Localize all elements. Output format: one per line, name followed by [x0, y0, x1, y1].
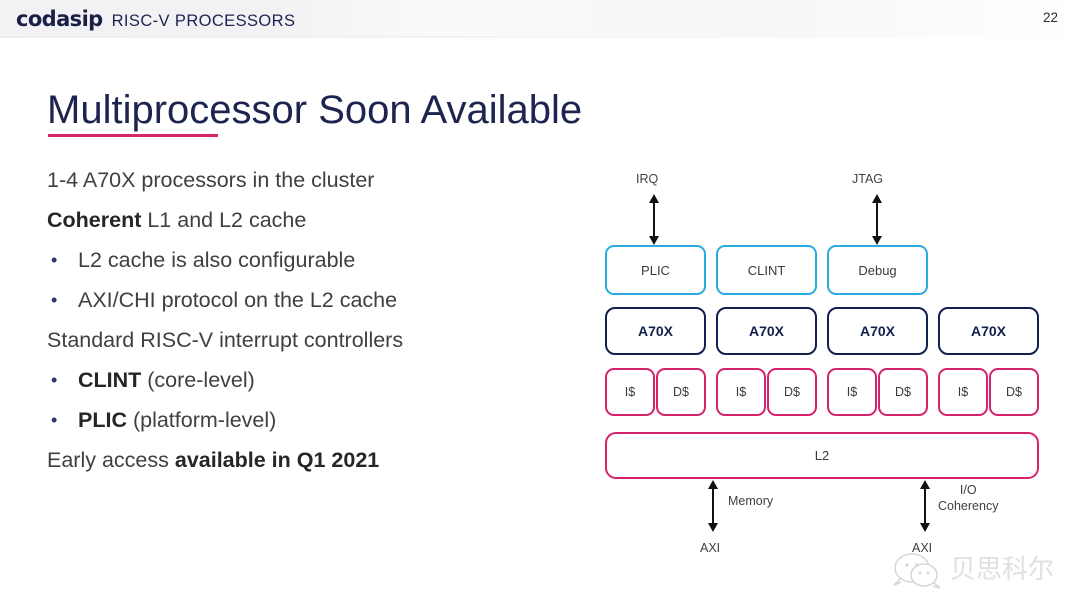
body-text-run: (core-level)	[141, 368, 255, 392]
jtag-arrow-head-down	[872, 236, 882, 245]
body-bullet-item: • PLIC (platform-level)	[47, 400, 567, 440]
page-title: Multiprocessor Soon Available	[47, 88, 583, 132]
core-box-1-label: A70X	[637, 323, 674, 339]
axi-io-arrow	[920, 480, 930, 532]
body-text-run: CLINT	[78, 368, 142, 392]
dcache-box-1: D$	[656, 368, 706, 416]
title-underline-accent	[48, 134, 218, 137]
icache-box-2-label: I$	[735, 385, 747, 399]
icache-box-3-label: I$	[846, 385, 858, 399]
body-text-run: L2 cache is also configurable	[78, 248, 356, 272]
jtag-label-line: JTAG	[852, 172, 884, 186]
core-box-2: A70X	[716, 307, 817, 355]
dcache-box-2: D$	[767, 368, 817, 416]
slide: codasip RISC-V PROCESSORS 22 Multiproces…	[0, 0, 1080, 607]
irq-label: IRQ	[636, 171, 658, 187]
axi-left-label: AXI	[700, 540, 720, 556]
header-divider	[0, 36, 1080, 38]
body-bullet-item: • L2 cache is also configurable	[47, 240, 567, 280]
body-bullet-item: • CLINT (core-level)	[47, 360, 567, 400]
axi-memory-arrow	[708, 480, 718, 532]
body-line: Coherent L1 and L2 cache	[47, 200, 567, 240]
body-text-run: Standard RISC-V interrupt controllers	[47, 328, 404, 352]
core-box-3: A70X	[827, 307, 928, 355]
bullet-glyph-icon: •	[51, 250, 58, 270]
body-line: 1-4 A70X processors in the cluster	[47, 160, 567, 200]
page-number: 22	[1042, 10, 1058, 25]
icache-box-1-label: I$	[624, 385, 636, 399]
plic-box: PLIC	[605, 245, 706, 295]
icache-box-4-label: I$	[957, 385, 969, 399]
io-coherency-label-line: I/O	[959, 483, 977, 497]
irq-arrow-head-up	[649, 194, 659, 203]
clint-box-label: CLINT	[747, 262, 786, 278]
dcache-box-3: D$	[878, 368, 928, 416]
axi-io-arrow-head-down	[920, 523, 930, 532]
body-text-run: available in Q1 2021	[174, 448, 380, 472]
brand: codasip RISC-V PROCESSORS	[16, 7, 295, 31]
body-text-run: Early access	[47, 448, 175, 472]
wechat-watermark: 贝思科尔	[893, 553, 1054, 589]
l2-cache-box: L2	[605, 432, 1039, 479]
brand-tagline: RISC-V PROCESSORS	[111, 12, 296, 30]
body-text-run: AXI/CHI protocol on the L2 cache	[78, 288, 398, 312]
watermark-text: 贝思科尔	[950, 555, 1054, 585]
icache-box-3: I$	[827, 368, 877, 416]
bullet-glyph-icon: •	[51, 370, 58, 390]
cluster-block-diagram: PLIC CLINT Debug A70X A70X A70X A70X I$ D$ I$ D$ I$…	[600, 160, 1060, 570]
memory-label: Memory	[728, 493, 773, 509]
memory-label-line: Memory	[728, 494, 774, 508]
jtag-arrow-head-up	[872, 194, 882, 203]
axi-memory-arrow-head-up	[708, 480, 718, 489]
body-text-block: 1-4 A70X processors in the cluster Cohere…	[47, 160, 567, 480]
debug-box-label: Debug	[858, 262, 897, 278]
axi-memory-arrow-head-down	[708, 523, 718, 532]
icache-box-4: I$	[938, 368, 988, 416]
irq-arrow-head-down	[649, 236, 659, 245]
bullet-glyph-icon: •	[51, 410, 58, 430]
irq-arrow	[649, 194, 659, 245]
core-box-4: A70X	[938, 307, 1039, 355]
core-box-3-label: A70X	[859, 323, 896, 339]
body-bullet-item: • AXI/CHI protocol on the L2 cache	[47, 280, 567, 320]
irq-label-line: IRQ	[636, 172, 659, 186]
debug-box: Debug	[827, 245, 928, 295]
clint-box: CLINT	[716, 245, 817, 295]
axi-left-label-line: AXI	[700, 541, 721, 555]
body-text-run: Coherent	[47, 208, 142, 232]
io-coherency-label: I/O Coherency	[938, 482, 998, 514]
body-text-run: PLIC	[78, 408, 127, 432]
body-line: Standard RISC-V interrupt controllers	[47, 320, 567, 360]
io-coherency-label-line: Coherency	[938, 499, 999, 513]
bullet-glyph-icon: •	[51, 290, 58, 310]
plic-box-label: PLIC	[641, 262, 670, 278]
l2-cache-box-label: L2	[814, 448, 830, 463]
core-box-1: A70X	[605, 307, 706, 355]
core-box-4-label: A70X	[970, 323, 1007, 339]
jtag-label: JTAG	[852, 171, 883, 187]
body-text-run: 1-4 A70X processors in the cluster	[47, 168, 375, 192]
jtag-arrow	[872, 194, 882, 245]
dcache-box-3-label: D$	[895, 385, 911, 399]
core-box-2-label: A70X	[748, 323, 785, 339]
body-line: Early access available in Q1 2021	[47, 440, 567, 480]
body-text-run: L1 and L2 cache	[141, 208, 307, 232]
dcache-box-4-label: D$	[1006, 385, 1022, 399]
dcache-box-4: D$	[989, 368, 1039, 416]
dcache-box-1-label: D$	[673, 385, 689, 399]
dcache-box-2-label: D$	[784, 385, 800, 399]
icache-box-1: I$	[605, 368, 655, 416]
icache-box-2: I$	[716, 368, 766, 416]
axi-io-arrow-head-up	[920, 480, 930, 489]
body-text-run: (platform-level)	[126, 408, 277, 432]
codasip-logo: codasip	[16, 7, 103, 31]
